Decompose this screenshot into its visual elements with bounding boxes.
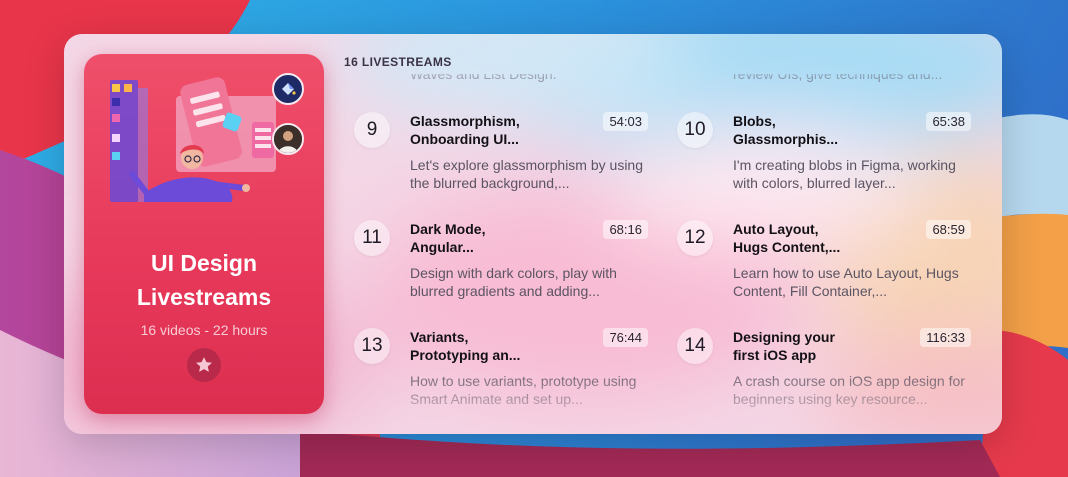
episode-description: A crash course on iOS app design for beg… (733, 373, 965, 407)
course-card[interactable]: UI Design Livestreams 16 videos - 22 hou… (84, 54, 324, 414)
favorite-button[interactable] (187, 348, 221, 382)
list-item-partial-left: Waves and List Design. (410, 74, 557, 82)
list-item[interactable]: 14 Designing your first iOS app 116:33 A… (677, 328, 977, 414)
episode-number: 13 (354, 328, 390, 364)
livestream-list[interactable]: Waves and List Design. review UIs, give … (334, 74, 984, 414)
duration-badge: 65:38 (926, 112, 971, 131)
episode-description: I'm creating blobs in Figma, working wit… (733, 157, 956, 191)
list-item[interactable]: 9 Glassmorphism, Onboarding UI... 54:03 … (354, 112, 654, 212)
livestreams-panel: UI Design Livestreams 16 videos - 22 hou… (64, 34, 1002, 434)
episode-number: 10 (677, 112, 713, 148)
duration-badge: 116:33 (920, 328, 971, 347)
paint-bucket-icon (272, 73, 304, 105)
episode-description: Learn how to use Auto Layout, Hugs Conte… (733, 265, 959, 299)
star-icon (196, 357, 212, 372)
list-item[interactable]: 10 Blobs, Glassmorphis... 65:38 I'm crea… (677, 112, 977, 212)
episode-number: 9 (354, 112, 390, 148)
list-item[interactable]: 13 Variants, Prototyping an... 76:44 How… (354, 328, 654, 414)
episode-title: Glassmorphism, Onboarding UI... (410, 113, 520, 147)
episode-description: Let's explore glassmorphism by using the… (410, 157, 644, 191)
duration-badge: 76:44 (603, 328, 648, 347)
course-subtitle: 16 videos - 22 hours (140, 322, 268, 338)
episode-description: Design with dark colors, play with blurr… (410, 265, 617, 299)
course-title: UI Design Livestreams (136, 250, 272, 310)
episode-title: Variants, Prototyping an... (410, 329, 521, 363)
duration-badge: 54:03 (603, 112, 648, 131)
duration-badge: 68:59 (926, 220, 971, 239)
episode-title: Designing your first iOS app (733, 329, 835, 363)
episode-title: Blobs, Glassmorphis... (733, 113, 839, 147)
episode-number: 14 (677, 328, 713, 364)
duration-badge: 68:16 (603, 220, 648, 239)
episode-description: How to use variants, prototype using Sma… (410, 373, 637, 407)
list-item[interactable]: 11 Dark Mode, Angular... 68:16 Design wi… (354, 220, 654, 320)
list-heading: 16 LIVESTREAMS (344, 55, 452, 69)
list-item-partial-right: review UIs, give techniques and... (733, 74, 943, 82)
episode-number: 11 (354, 220, 390, 256)
author-avatar (272, 123, 304, 155)
episode-number: 12 (677, 220, 713, 256)
episode-title: Auto Layout, Hugs Content,... (733, 221, 841, 255)
list-item[interactable]: 12 Auto Layout, Hugs Content,... 68:59 L… (677, 220, 977, 320)
episode-title: Dark Mode, Angular... (410, 221, 486, 255)
